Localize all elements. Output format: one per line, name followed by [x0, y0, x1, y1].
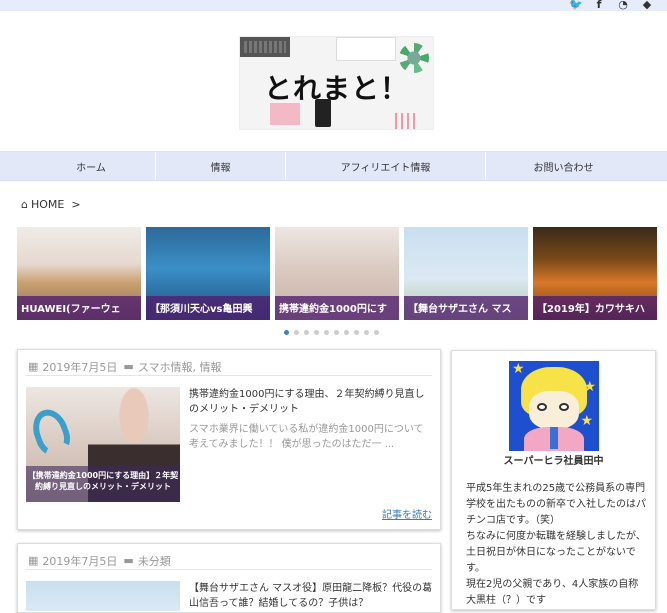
- logo-pens: [395, 113, 417, 129]
- logo-laptop: [240, 37, 290, 57]
- slide-caption: 【2019年】カワサキハ: [533, 296, 657, 320]
- carousel-dot[interactable]: [284, 330, 289, 335]
- logo-notebook: [336, 37, 396, 61]
- avatar-tie: [550, 427, 558, 449]
- carousel-slide[interactable]: HUAWEI(ファーウェ: [17, 227, 141, 320]
- post-categories[interactable]: スマホ情報, 情報: [138, 359, 222, 375]
- nav-affiliate[interactable]: アフィリエイト情報: [286, 152, 486, 180]
- main-nav: ホーム 情報 アフィリエイト情報 お問い合わせ: [0, 151, 667, 181]
- carousel-slide[interactable]: 【那須川天心vs亀田興: [146, 227, 270, 320]
- site-logo[interactable]: とれまと！: [239, 36, 434, 130]
- calendar-icon: ▦: [28, 360, 39, 373]
- breadcrumb-separator: >: [71, 198, 81, 211]
- carousel-pagination: [284, 330, 379, 335]
- carousel-slide[interactable]: 携帯違約金1000円にす: [275, 227, 399, 320]
- thumbnail-caption: 【携帯違約金1000円にする理由】２年契約縛り見直しのメリット・デメリット: [27, 471, 179, 491]
- post-excerpt: スマホ業界に働いている私が違約金1000円について考えてみました！！ 僕が思った…: [189, 424, 424, 450]
- carousel-dot[interactable]: [354, 330, 359, 335]
- profile-name: スーパーヒラ社員田中: [503, 456, 604, 467]
- profile-bio: 平成5年生まれの25歳で公務員系の専門学校を出たものの新卒で入社したのはパチンコ…: [466, 483, 646, 606]
- post-thumbnail[interactable]: [26, 581, 180, 611]
- breadcrumb: ⌂ HOME >: [21, 198, 81, 211]
- top-bar: 🐦 f ◔ ◆: [0, 0, 667, 11]
- post-title[interactable]: 【舞台サザエさん マスオ役】原田龍二降板？代役の葛山信吾って誰？結婚してるの？子…: [189, 581, 433, 611]
- carousel-slide[interactable]: 【舞台サザエさん マス: [404, 227, 528, 320]
- question-mark-shape: [27, 404, 75, 460]
- home-icon: ⌂: [21, 198, 28, 211]
- carousel-dot[interactable]: [294, 330, 299, 335]
- post-date: 2019年7月5日: [42, 554, 118, 568]
- carousel-dot[interactable]: [364, 330, 369, 335]
- carousel-dot[interactable]: [304, 330, 309, 335]
- folder-icon: ▬: [123, 554, 134, 567]
- profile-widget: ★ ★ ★ スーパーヒラ社員田中 平成5年生まれの25歳で公務員系の専門学校を出…: [451, 350, 656, 610]
- logo-title: とれまと！: [263, 72, 409, 105]
- slide-caption: 【那須川天心vs亀田興: [146, 296, 270, 320]
- nav-home[interactable]: ホーム: [27, 152, 156, 180]
- carousel-slide[interactable]: 【2019年】カワサキハ: [533, 227, 657, 320]
- post-card: ▦ 2019年7月5日 ▬ スマホ情報, 情報 【携帯違約金1000円にする理由…: [17, 349, 441, 530]
- logo-pink-notebook: [270, 103, 300, 125]
- post-meta: ▦ 2019年7月5日 ▬ 未分類: [26, 544, 432, 570]
- star-icon: ★: [580, 413, 593, 429]
- folder-icon: ▬: [123, 360, 134, 373]
- nav-contact[interactable]: お問い合わせ: [486, 152, 641, 180]
- featured-carousel: HUAWEI(ファーウェ 【那須川天心vs亀田興 携帯違約金1000円にす 【舞…: [17, 227, 657, 320]
- avatar-eye: [537, 403, 547, 411]
- carousel-dot[interactable]: [334, 330, 339, 335]
- logo-phone: [315, 99, 331, 127]
- avatar-eye: [559, 403, 569, 411]
- profile-avatar: ★ ★ ★: [509, 361, 599, 451]
- carousel-dot[interactable]: [374, 330, 379, 335]
- site-header: とれまと！: [0, 11, 667, 151]
- avatar-face: [529, 391, 579, 429]
- slide-caption: HUAWEI(ファーウェ: [17, 296, 141, 320]
- read-more-link[interactable]: 記事を読む: [382, 506, 432, 521]
- post-title[interactable]: 携帯違約金1000円にする理由、２年契約縛り見直しのメリット・デメリット: [189, 387, 433, 417]
- star-icon: ★: [512, 361, 525, 377]
- breadcrumb-home[interactable]: HOME: [31, 198, 64, 211]
- post-card: ▦ 2019年7月5日 ▬ 未分類 【舞台サザエさん マスオ役】原田龍二降板？代…: [17, 543, 441, 613]
- post-date: 2019年7月5日: [42, 360, 118, 374]
- carousel-dot[interactable]: [314, 330, 319, 335]
- slide-caption: 携帯違約金1000円にす: [275, 296, 399, 320]
- slide-caption: 【舞台サザエさん マス: [404, 296, 528, 320]
- calendar-icon: ▦: [28, 554, 39, 567]
- post-meta: ▦ 2019年7月5日 ▬ スマホ情報, 情報: [26, 350, 432, 376]
- post-categories[interactable]: 未分類: [138, 553, 171, 569]
- nav-info[interactable]: 情報: [156, 152, 286, 180]
- post-thumbnail[interactable]: 【携帯違約金1000円にする理由】２年契約縛り見直しのメリット・デメリット: [26, 387, 180, 502]
- carousel-dot[interactable]: [344, 330, 349, 335]
- carousel-dot[interactable]: [324, 330, 329, 335]
